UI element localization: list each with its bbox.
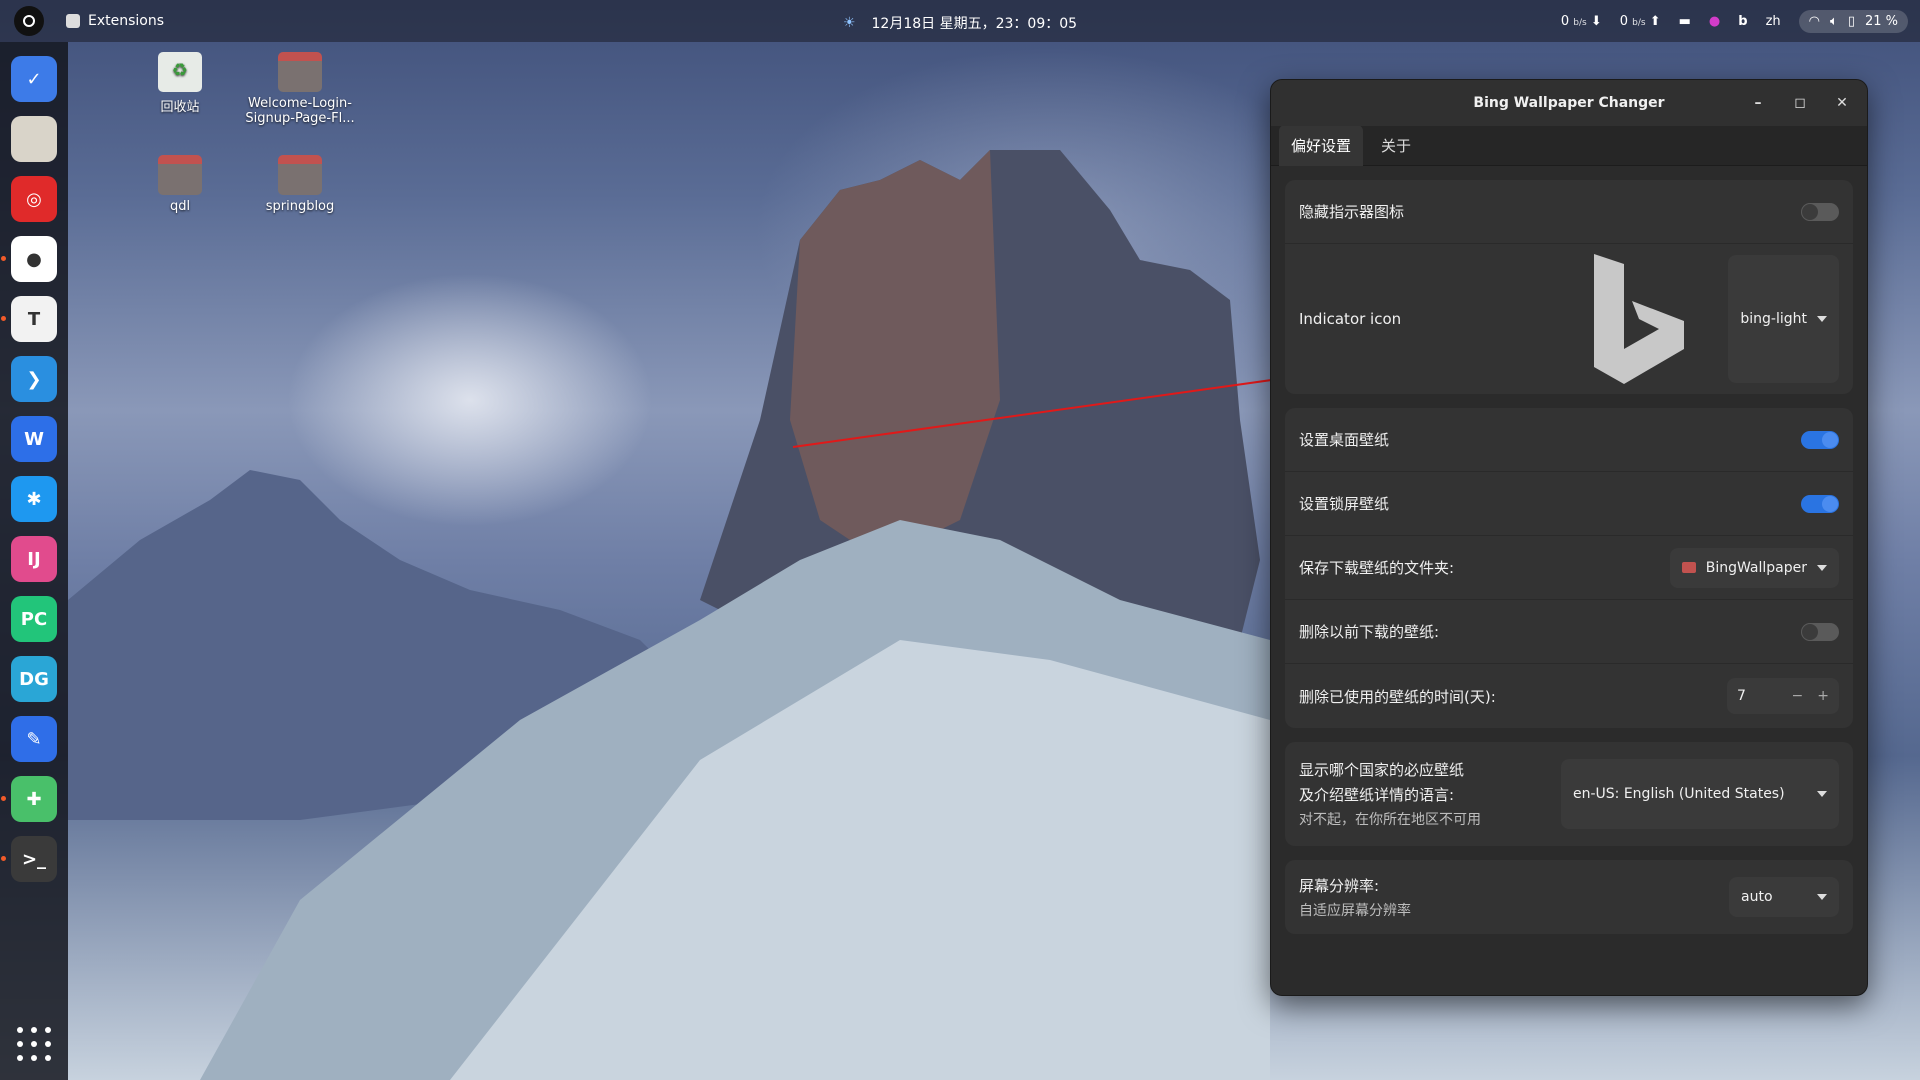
set-lockscreen-label: 设置锁屏壁纸 <box>1299 495 1390 513</box>
dock-app-tasks[interactable]: ✓ <box>11 56 57 102</box>
market-dropdown[interactable]: en-US: English (United States) <box>1561 759 1839 829</box>
folder-icon <box>278 155 322 195</box>
dock-app-typora[interactable]: T <box>1 296 57 342</box>
decrement-button[interactable]: − <box>1792 688 1804 704</box>
up-arrow-icon: ⬆ <box>1649 13 1661 29</box>
window-title: Bing Wallpaper Changer <box>1473 95 1665 111</box>
folder-icon <box>1681 562 1696 573</box>
dock-app-files[interactable] <box>11 116 57 162</box>
dock-app-netease-music[interactable]: ◎ <box>11 176 57 222</box>
hide-indicator-switch[interactable] <box>1801 202 1839 221</box>
chevron-down-icon <box>1817 894 1827 900</box>
delete-days-value[interactable]: 7 <box>1737 688 1778 704</box>
settings-group-indicator: 隐藏指示器图标 Indicator icon bing-light <box>1285 180 1853 394</box>
activities-button[interactable] <box>14 6 44 36</box>
dock-app-intellij[interactable]: IJ <box>11 536 57 582</box>
chevron-down-icon <box>1817 791 1827 797</box>
resolution-note: 自适应屏幕分辨率 <box>1299 902 1411 919</box>
desktop-icon-home-qdl[interactable]: qdl <box>125 155 235 214</box>
dock-app-feather[interactable]: ✎ <box>11 716 57 762</box>
download-folder-label: 保存下载壁纸的文件夹: <box>1299 559 1455 577</box>
tab-about[interactable]: 关于 <box>1369 125 1423 166</box>
top-bar: Extensions ☀ 12月18日 星期五，23：09：05 0 b/s ⬇… <box>0 0 1920 42</box>
chevron-down-icon <box>1817 316 1827 322</box>
set-desktop-label: 设置桌面壁纸 <box>1299 431 1390 449</box>
down-arrow-icon: ⬇ <box>1590 13 1602 29</box>
download-folder-value: BingWallpaper <box>1705 559 1807 576</box>
dock-app-wps[interactable]: W <box>11 416 57 462</box>
folder-icon <box>278 52 322 92</box>
settings-group-wallpaper: 设置桌面壁纸 设置锁屏壁纸 保存下载壁纸的文件夹: BingWallpaper … <box>1285 408 1853 728</box>
net-up: 0 b/s ⬆ <box>1619 13 1661 29</box>
hide-indicator-label: 隐藏指示器图标 <box>1299 203 1405 221</box>
indicator-icon-value: bing-light <box>1740 311 1807 327</box>
show-apps-button[interactable] <box>12 1022 56 1066</box>
desktop-icon-label: qdl <box>169 199 191 214</box>
keyboard-indicator-icon[interactable]: ▬ <box>1679 14 1691 29</box>
app-menu[interactable]: Extensions <box>66 13 164 29</box>
desktop-icon-trash[interactable]: 回收站 <box>125 52 235 115</box>
chevron-down-icon <box>1817 564 1827 571</box>
bing-wallpaper-window: Bing Wallpaper Changer – ◻ ✕ 偏好设置 关于 隐藏指… <box>1270 79 1868 996</box>
dock-app-star-app[interactable]: ✱ <box>11 476 57 522</box>
dock-app-terminal[interactable]: >_ <box>1 836 57 882</box>
weather-icon[interactable]: ☀ <box>843 15 856 31</box>
home-folder-icon <box>158 155 202 195</box>
market-value: en-US: English (United States) <box>1573 786 1785 802</box>
settings-group-market: 显示哪个国家的必应壁纸 及介绍壁纸详情的语言: 对不起，在你所在地区不可用 en… <box>1285 742 1853 846</box>
maximize-button[interactable]: ◻ <box>1789 95 1811 111</box>
increment-button[interactable]: + <box>1817 688 1829 704</box>
puzzle-icon <box>66 14 80 28</box>
resolution-dropdown[interactable]: auto <box>1729 877 1839 917</box>
dock-app-chrome[interactable]: ● <box>1 236 57 282</box>
net-down: 0 b/s ⬇ <box>1560 13 1602 29</box>
battery-percent: 21 % <box>1864 13 1898 29</box>
trash-icon <box>158 52 202 92</box>
wifi-icon: ◠ <box>1808 13 1820 29</box>
window-titlebar[interactable]: Bing Wallpaper Changer – ◻ ✕ <box>1271 80 1867 126</box>
dock: ✓ ◎ ● T ❯ W ✱ IJ PC DG ✎ ✚ >_ <box>0 42 68 1080</box>
app-menu-label: Extensions <box>88 13 165 29</box>
delete-previous-label: 删除以前下载的壁纸: <box>1299 623 1440 641</box>
tab-preferences[interactable]: 偏好设置 <box>1279 125 1364 166</box>
settings-group-resolution: 屏幕分辨率: 自适应屏幕分辨率 auto <box>1285 860 1853 934</box>
desktop-icon-label: 回收站 <box>160 100 200 115</box>
set-desktop-switch[interactable] <box>1801 430 1839 449</box>
resolution-label: 屏幕分辨率: <box>1299 876 1380 895</box>
resolution-value: auto <box>1741 889 1773 905</box>
set-lockscreen-switch[interactable] <box>1801 494 1839 513</box>
bing-logo-icon <box>1594 254 1685 384</box>
desktop-icon-folder-welcome[interactable]: Welcome-Login-Signup-Page-Fl... <box>245 52 355 126</box>
clock[interactable]: 12月18日 星期五，23：09：05 <box>872 13 1078 33</box>
dock-app-vscode[interactable]: ❯ <box>11 356 57 402</box>
minimize-button[interactable]: – <box>1747 95 1769 111</box>
indicator-icon-dropdown[interactable]: bing-light <box>1728 255 1839 383</box>
desktop-icon-folder-springblog[interactable]: springblog <box>245 155 355 214</box>
indicator-icon-label: Indicator icon <box>1299 310 1402 328</box>
desktop-icon-label: Welcome-Login-Signup-Page-Fl... <box>245 96 355 126</box>
input-method[interactable]: zh <box>1766 14 1781 29</box>
dock-app-datagrip[interactable]: DG <box>11 656 57 702</box>
dock-app-extensions[interactable]: ✚ <box>1 776 57 822</box>
dock-app-pycharm[interactable]: PC <box>11 596 57 642</box>
battery-icon: ▯ <box>1847 13 1855 29</box>
system-menu[interactable]: ◠ 🔈︎ ▯ 21 % <box>1798 9 1908 33</box>
tab-bar: 偏好设置 关于 <box>1271 125 1867 166</box>
market-label-line1: 显示哪个国家的必应壁纸 <box>1299 761 1465 779</box>
bing-tray-icon[interactable]: b <box>1738 14 1747 29</box>
market-label-line2: 及介绍壁纸详情的语言: <box>1299 786 1455 804</box>
desktop-icon-label: springblog <box>265 199 335 214</box>
delete-previous-switch[interactable] <box>1801 622 1839 641</box>
delete-days-stepper[interactable]: 7 − + <box>1727 678 1839 714</box>
color-picker-icon[interactable]: ● <box>1709 14 1720 29</box>
close-button[interactable]: ✕ <box>1831 95 1853 111</box>
download-folder-dropdown[interactable]: BingWallpaper <box>1669 547 1839 588</box>
market-note: 对不起，在你所在地区不可用 <box>1299 812 1481 828</box>
volume-icon: 🔈︎ <box>1830 13 1838 29</box>
delete-days-label: 删除已使用的壁纸的时间(天): <box>1299 687 1496 706</box>
